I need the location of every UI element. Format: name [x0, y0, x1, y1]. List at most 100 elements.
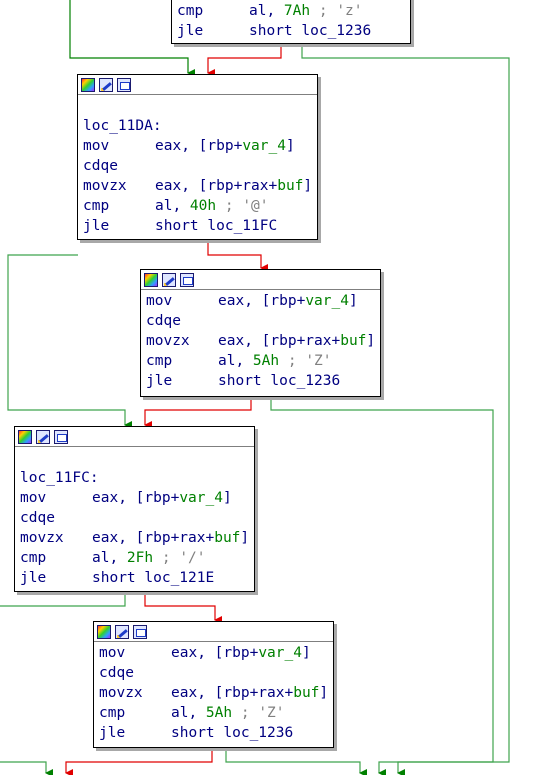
- instruction-movzx[interactable]: movzx eax, [rbp+rax+buf]: [83, 176, 317, 196]
- jump-target[interactable]: short loc_11FC: [155, 218, 277, 234]
- graph-overview-icon[interactable]: [54, 429, 68, 444]
- comment-separator: ;: [279, 353, 306, 369]
- node-color-icon[interactable]: [18, 429, 32, 444]
- operand: eax, [rbp+rax+: [171, 685, 294, 701]
- mnemonic: cdqe: [146, 313, 181, 329]
- operand: al,: [249, 3, 284, 19]
- operand: al,: [218, 353, 253, 369]
- node-header: [15, 427, 254, 447]
- mnemonic: jle: [146, 373, 173, 389]
- mnemonic: mov: [20, 490, 47, 506]
- jump-target[interactable]: short loc_1236: [171, 725, 293, 741]
- edit-node-icon[interactable]: [115, 624, 129, 639]
- edge-true-11fc-exit[interactable]: [0, 592, 126, 607]
- edit-node-icon[interactable]: [36, 429, 50, 444]
- comment: 'Z': [258, 705, 285, 721]
- instruction-cmp[interactable]: cmp al, 5Ah ; 'Z': [99, 703, 333, 723]
- edit-node-icon[interactable]: [162, 272, 176, 287]
- mnemonic: jle: [99, 725, 126, 741]
- instruction-jle[interactable]: jle short loc_1236: [99, 723, 333, 743]
- graph-overview-icon[interactable]: [133, 624, 147, 639]
- node-header: [78, 75, 317, 95]
- instruction-cmp[interactable]: cmp al, 7Ah ; 'z': [177, 1, 410, 21]
- mnemonic: cdqe: [99, 665, 134, 681]
- jump-target[interactable]: short loc_1236: [249, 23, 371, 39]
- node-header: [141, 270, 380, 290]
- edge-false-5ah-b-down[interactable]: [65, 748, 213, 775]
- edge-false-into-loc-11da[interactable]: [207, 45, 282, 77]
- edge-false-11fc-to-5ah[interactable]: [144, 592, 222, 624]
- mnemonic: movzx: [146, 333, 190, 349]
- block-label[interactable]: loc_11FC:: [20, 468, 254, 488]
- edge-false-11da-to-5ah[interactable]: [207, 240, 268, 272]
- numeric-literal: 5Ah: [205, 705, 233, 721]
- instruction-mov[interactable]: mov eax, [rbp+var_4]: [20, 488, 254, 508]
- variable-name[interactable]: buf: [340, 333, 366, 349]
- instruction-jle[interactable]: jle short loc_121E: [20, 568, 254, 588]
- node-header: [94, 622, 333, 642]
- operand-close: ]: [285, 138, 295, 154]
- instruction-cdqe[interactable]: cdqe: [83, 156, 317, 176]
- instruction-cdqe[interactable]: cdqe: [20, 508, 254, 528]
- code-block-cmp-5ah-lower[interactable]: mov eax, [rbp+var_4] cdqe movzx eax, [rbp+…: [93, 621, 334, 748]
- operand-close: ]: [366, 333, 376, 349]
- jump-target[interactable]: short loc_121E: [92, 570, 214, 586]
- mnemonic: cmp: [99, 705, 126, 721]
- operand-close: ]: [222, 490, 232, 506]
- edit-node-icon[interactable]: [99, 77, 113, 92]
- instruction-mov[interactable]: mov eax, [rbp+var_4]: [146, 291, 380, 311]
- operand: eax, [rbp+: [218, 293, 306, 309]
- comment: 'z': [336, 3, 363, 19]
- code-block-cmp-5ah-upper[interactable]: mov eax, [rbp+var_4] cdqe movzx eax, [rbp+…: [140, 269, 381, 397]
- operand: eax, [rbp+rax+: [92, 530, 215, 546]
- comment-separator: ;: [310, 3, 337, 19]
- edge-jump-5ah-b-to-loc-1236[interactable]: [225, 748, 367, 775]
- operand-close: ]: [319, 685, 329, 701]
- instruction-jle[interactable]: jle short loc_11FC: [83, 216, 317, 236]
- code-block-body: loc_11FC: mov eax, [rbp+var_4] cdqe movzx…: [15, 447, 254, 588]
- edge-false-5ah-to-11fc[interactable]: [144, 397, 252, 429]
- operand: al,: [92, 550, 127, 566]
- graph-overview-icon[interactable]: [117, 77, 131, 92]
- variable-name[interactable]: var_4: [258, 645, 302, 661]
- instruction-movzx[interactable]: movzx eax, [rbp+rax+buf]: [20, 528, 254, 548]
- mnemonic: jle: [20, 570, 47, 586]
- instruction-cmp[interactable]: cmp al, 2Fh ; '/': [20, 548, 254, 568]
- edge-true-11da-to-11fc[interactable]: [7, 254, 132, 429]
- variable-name[interactable]: var_4: [242, 138, 286, 154]
- code-block-top[interactable]: cmp al, 7Ah ; 'z' jle short loc_1236: [171, 0, 411, 44]
- edge-from-left-to-bottom[interactable]: [0, 761, 53, 775]
- comment-separator: ;: [232, 705, 259, 721]
- mnemonic: movzx: [99, 685, 143, 701]
- code-block-body: cmp al, 7Ah ; 'z' jle short loc_1236: [172, 0, 410, 41]
- instruction-jle[interactable]: jle short loc_1236: [177, 21, 410, 41]
- variable-name[interactable]: buf: [277, 178, 303, 194]
- instruction-jle[interactable]: jle short loc_1236: [146, 371, 380, 391]
- node-color-icon[interactable]: [81, 77, 95, 92]
- operand: eax, [rbp+rax+: [218, 333, 341, 349]
- variable-name[interactable]: buf: [293, 685, 319, 701]
- block-label[interactable]: loc_11DA:: [83, 116, 317, 136]
- code-block-loc-11da[interactable]: loc_11DA: mov eax, [rbp+var_4] cdqe movzx…: [77, 74, 318, 240]
- instruction-mov[interactable]: mov eax, [rbp+var_4]: [83, 136, 317, 156]
- jump-target[interactable]: short loc_1236: [218, 373, 340, 389]
- instruction-cmp[interactable]: cmp al, 40h ; '@': [83, 196, 317, 216]
- instruction-cmp[interactable]: cmp al, 5Ah ; 'Z': [146, 351, 380, 371]
- instruction-cdqe[interactable]: cdqe: [99, 663, 333, 683]
- variable-name[interactable]: var_4: [305, 293, 349, 309]
- instruction-movzx[interactable]: movzx eax, [rbp+rax+buf]: [146, 331, 380, 351]
- variable-name[interactable]: var_4: [179, 490, 223, 506]
- comment: '/': [179, 550, 206, 566]
- variable-name[interactable]: buf: [214, 530, 240, 546]
- numeric-literal: 40h: [189, 198, 217, 214]
- mnemonic: cmp: [83, 198, 110, 214]
- operand: al,: [171, 705, 206, 721]
- instruction-cdqe[interactable]: cdqe: [146, 311, 380, 331]
- code-block-loc-11fc[interactable]: loc_11FC: mov eax, [rbp+var_4] cdqe movzx…: [14, 426, 255, 592]
- instruction-mov[interactable]: mov eax, [rbp+var_4]: [99, 643, 333, 663]
- node-color-icon[interactable]: [144, 272, 158, 287]
- node-color-icon[interactable]: [97, 624, 111, 639]
- graph-overview-icon[interactable]: [180, 272, 194, 287]
- instruction-movzx[interactable]: movzx eax, [rbp+rax+buf]: [99, 683, 333, 703]
